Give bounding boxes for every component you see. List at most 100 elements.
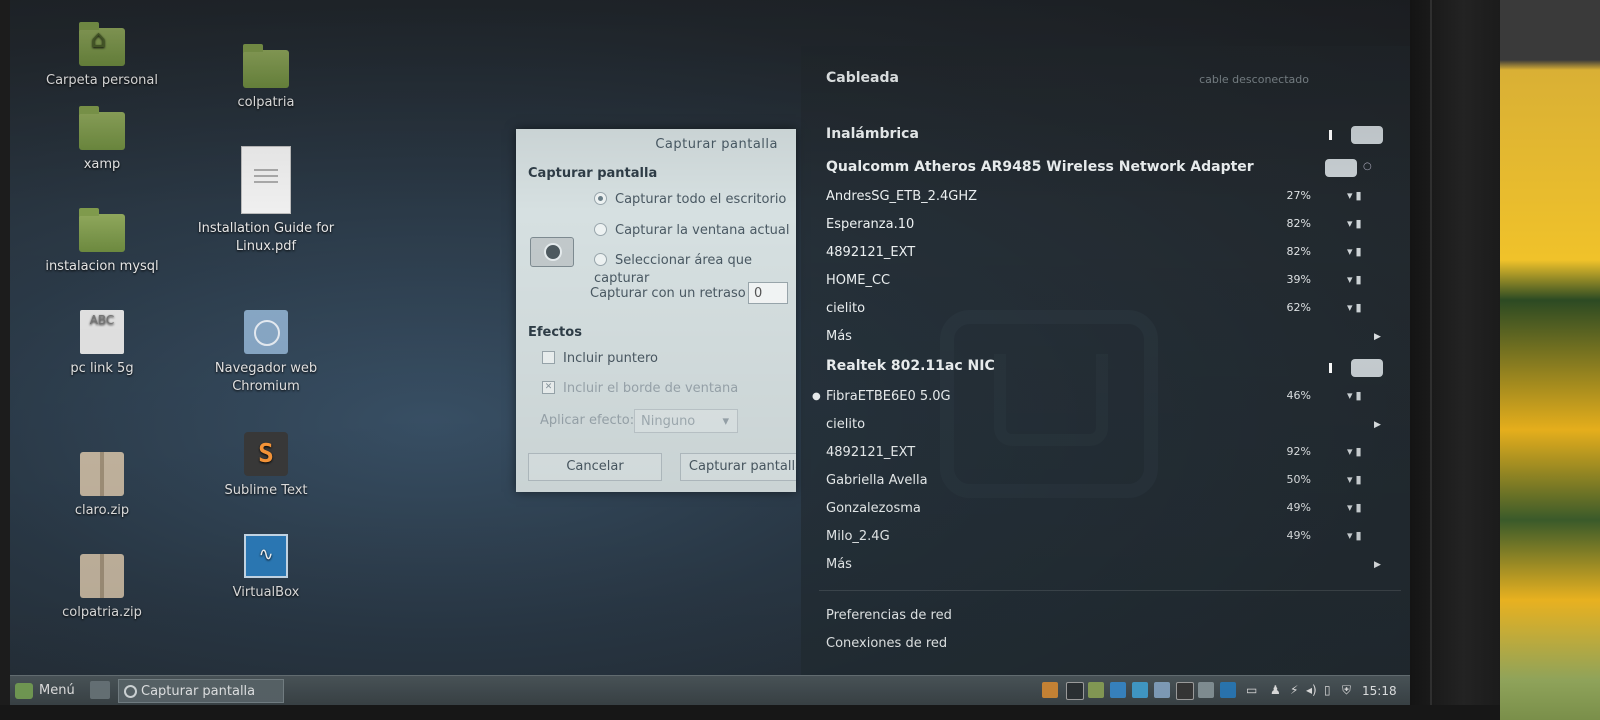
desktop-icon-label: Installation Guide for Linux.pdf (197, 221, 335, 254)
capture-button[interactable]: Capturar pantalla (680, 453, 796, 481)
wifi-network-item[interactable]: Gonzalezosma (826, 499, 921, 519)
desktop-icon-colpatria[interactable]: colpatria (186, 44, 346, 112)
network-preferences-item[interactable]: Preferencias de red (826, 606, 952, 626)
firefox-icon[interactable] (1042, 682, 1058, 698)
desktop-icon-pc-link[interactable]: ABC pc link 5g (22, 310, 182, 378)
delay-label: Capturar con un retraso de (590, 286, 767, 301)
menu-button[interactable]: Menú (15, 680, 75, 702)
desktop-icon-xamp[interactable]: xamp (22, 106, 182, 174)
wired-status: cable desconectado (1199, 73, 1309, 86)
desktop-icon-label: colpatria (237, 95, 295, 110)
keyboard-icon[interactable]: ▭ (1246, 682, 1262, 698)
adapter-qualcomm-toggle[interactable]: ○ (1325, 159, 1383, 177)
connected-indicator-icon: ● (812, 391, 821, 402)
wifi-lock-icon: ▾▮ (1347, 501, 1365, 514)
delay-input[interactable]: 0 (748, 282, 788, 304)
shield-icon[interactable]: ⛨ (1342, 682, 1358, 698)
desktop-icon-label: Carpeta personal (46, 73, 158, 88)
desktop-icon-home-folder[interactable]: Carpeta personal (22, 22, 182, 90)
user-icon[interactable]: ♟ (1270, 682, 1286, 698)
wifi-network-item[interactable]: cielito (826, 415, 865, 435)
desktop-icon-label: Sublime Text (224, 483, 308, 498)
signal-strength: 49% (1286, 501, 1311, 514)
radio-capture-desktop[interactable]: Capturar todo el escritorio (594, 191, 786, 209)
wifi-network-item[interactable]: Esperanza.10 (826, 215, 914, 235)
signal-strength: 46% (1286, 389, 1311, 402)
radio-select-area[interactable]: Seleccionar área que capturar (594, 252, 796, 286)
wifi-lock-icon: ▾▮ (1347, 389, 1365, 402)
adapter-qualcomm: Qualcomm Atheros AR9485 Wireless Network… (826, 159, 1254, 175)
terminal-icon[interactable] (1066, 682, 1084, 700)
more-networks-2[interactable]: Más (826, 555, 852, 575)
wifi-lock-icon: ▾▮ (1347, 245, 1365, 258)
desktop-icon-sublime-text[interactable]: S Sublime Text (186, 432, 346, 500)
screenshot-dialog: Capturar pantalla Capturar pantalla Capt… (516, 129, 796, 492)
radio-selected-icon (594, 192, 607, 205)
signal-strength: 50% (1286, 473, 1311, 486)
submenu-arrow-icon: ▶ (1374, 420, 1381, 430)
monitor-bezel-left (0, 0, 10, 720)
app-icon[interactable] (1110, 682, 1126, 698)
desktop-icon-instalacion-mysql[interactable]: instalacion mysql (22, 208, 182, 276)
desktop-icon-chromium[interactable]: Navegador web Chromium (186, 310, 346, 396)
archive-icon (80, 554, 124, 598)
apply-effect-select[interactable]: Ninguno (634, 409, 738, 434)
virtualbox-icon[interactable] (1220, 682, 1236, 698)
wifi-network-item[interactable]: Milo_2.4G (826, 527, 890, 547)
battery-icon[interactable]: ▯ (1324, 682, 1340, 698)
desktop-icon-installation-guide[interactable]: Installation Guide for Linux.pdf (186, 146, 346, 256)
desktop-icon-claro-zip[interactable]: claro.zip (22, 452, 182, 520)
camera-icon (530, 237, 574, 267)
capture-section-heading: Capturar pantalla (528, 166, 658, 181)
desktop-icon-label: colpatria.zip (62, 605, 142, 620)
include-border-checkbox[interactable]: ✕ Incluir el borde de ventana (542, 380, 738, 398)
cancel-button[interactable]: Cancelar (528, 453, 662, 481)
network-connections-item[interactable]: Conexiones de red (826, 634, 947, 654)
desktop-icon-label: instalacion mysql (45, 259, 159, 274)
sublime-text-icon[interactable] (1176, 682, 1194, 700)
mint-menu-icon (15, 682, 33, 699)
wifi-network-item-connected[interactable]: FibraETBE6E0 5.0G (826, 387, 951, 407)
virtualbox-icon: ∿ (244, 534, 288, 578)
wired-header: Cableada (826, 70, 899, 86)
wifi-lock-icon: ▾▮ (1347, 273, 1365, 286)
chromium-icon[interactable] (1154, 682, 1170, 698)
show-desktop-icon[interactable] (90, 681, 110, 699)
wifi-network-item[interactable]: Gabriella Avella (826, 471, 928, 491)
app-icon[interactable] (1132, 682, 1148, 698)
adapter-realtek-toggle[interactable] (1325, 359, 1383, 377)
screenshot-app-icon (124, 685, 137, 698)
wifi-lock-icon: ▾▮ (1347, 189, 1365, 202)
wireless-toggle[interactable] (1325, 126, 1383, 144)
screenshot-icon[interactable] (1198, 682, 1214, 698)
signal-strength: 92% (1286, 445, 1311, 458)
wifi-network-item[interactable]: HOME_CC (826, 271, 890, 291)
signal-strength: 49% (1286, 529, 1311, 542)
desktop-icon-label: pc link 5g (70, 361, 134, 376)
wifi-network-item[interactable]: 4892121_EXT (826, 443, 915, 463)
wifi-lock-icon: ▾▮ (1347, 473, 1365, 486)
desktop-icon-label: Navegador web Chromium (214, 361, 318, 394)
checkbox-icon (542, 351, 555, 364)
include-pointer-checkbox[interactable]: Incluir puntero (542, 350, 658, 368)
home-folder-icon (79, 22, 125, 66)
wifi-network-item[interactable]: AndresSG_ETB_2.4GHZ (826, 187, 977, 207)
taskbar-window-item[interactable]: Capturar pantalla (118, 679, 284, 703)
desktop-icon-virtualbox[interactable]: ∿ VirtualBox (186, 534, 346, 602)
more-networks-1[interactable]: Más (826, 327, 852, 347)
wifi-lock-icon: ▾▮ (1347, 529, 1365, 542)
desktop-icon-colpatria-zip[interactable]: colpatria.zip (22, 554, 182, 622)
clock[interactable]: 15:18 (1362, 676, 1397, 705)
radio-capture-window[interactable]: Capturar la ventana actual (594, 222, 790, 240)
submenu-arrow-icon: ▶ (1374, 332, 1381, 342)
signal-strength: 27% (1286, 189, 1311, 202)
adapter-realtek: Realtek 802.11ac NIC (826, 358, 995, 374)
monitor-bezel-bottom (0, 705, 1500, 720)
effects-section-heading: Efectos (528, 325, 582, 340)
files-icon[interactable] (1088, 682, 1104, 698)
folder-icon (79, 208, 125, 252)
network-icon[interactable]: ⚡ (1290, 682, 1306, 698)
wifi-network-item[interactable]: 4892121_EXT (826, 243, 915, 263)
wifi-network-item[interactable]: cielito (826, 299, 865, 319)
volume-icon[interactable]: ◂) (1306, 682, 1322, 698)
